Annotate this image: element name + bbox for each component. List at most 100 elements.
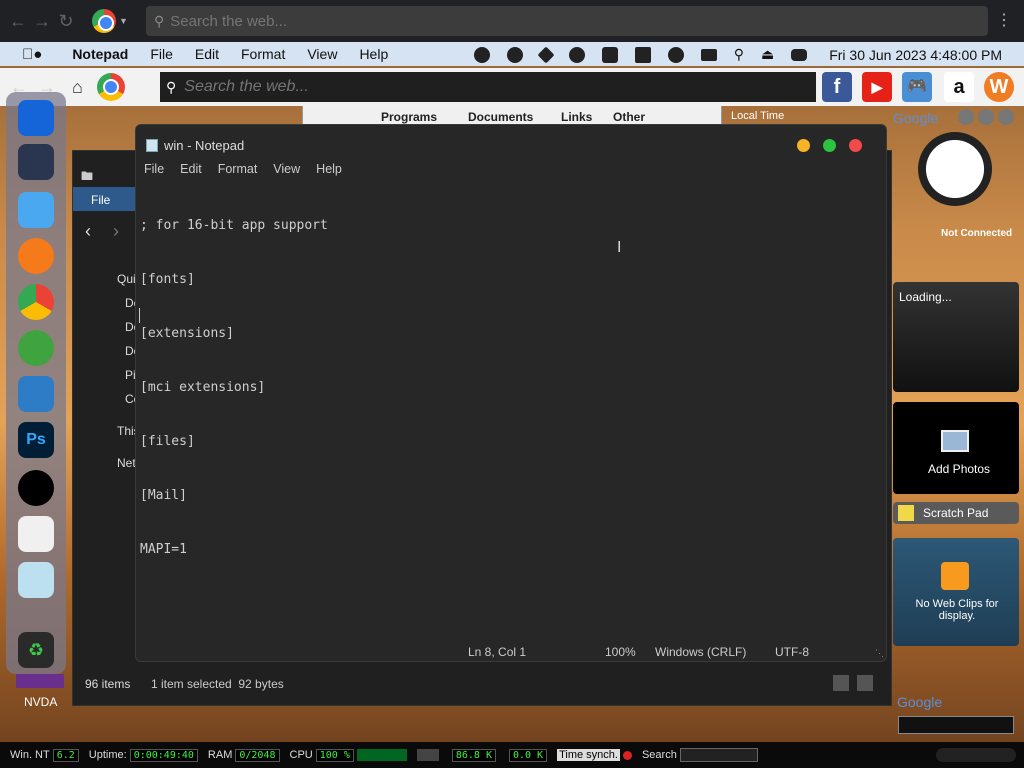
facebook-icon[interactable]: f (822, 72, 852, 102)
app-store-icon[interactable] (18, 516, 54, 552)
google-logo: Google (893, 110, 939, 126)
chrome-logo-icon[interactable] (92, 9, 116, 33)
nvda-desktop-icon[interactable] (16, 674, 64, 688)
sync-icon[interactable] (506, 46, 523, 63)
browser-toolbar: ← → ⌂ ⚲ f ▶ 🎮 a W (0, 68, 1024, 106)
photo-frame-icon[interactable] (941, 430, 969, 452)
text-line: MAPI=1 (140, 542, 187, 557)
search-icon: ⚲ (166, 78, 177, 95)
forward-arrow-icon[interactable]: › (113, 221, 119, 242)
toolbar-search-bar[interactable]: ⚲ (160, 72, 816, 102)
spotlight-search-icon[interactable]: ⚲ (734, 46, 744, 63)
app-name[interactable]: Notepad (72, 46, 128, 62)
notepad-menu-file[interactable]: File (144, 162, 164, 176)
time-sync[interactable]: Time synch. (557, 749, 632, 761)
chevron-down-icon[interactable]: ▼ (119, 16, 128, 26)
menu-file[interactable]: File (150, 46, 173, 62)
scratch-pad-gadget[interactable]: Scratch Pad (893, 502, 1019, 524)
tiles-view-icon[interactable] (857, 675, 873, 691)
photos-gadget: Add Photos (893, 402, 1019, 494)
w-app-icon[interactable]: W (984, 72, 1014, 102)
preview-icon[interactable] (18, 562, 54, 598)
menu-format[interactable]: Format (241, 46, 285, 62)
globe-icon[interactable] (667, 46, 684, 63)
loading-gadget: Loading... (893, 282, 1019, 392)
menu-help[interactable]: Help (359, 46, 388, 62)
menu-clock[interactable]: Fri 30 Jun 2023 4:48:00 PM (829, 47, 1002, 63)
print-icon[interactable] (634, 46, 651, 63)
ram-value: 0/2048 (235, 748, 280, 762)
dock: Ps ♻ (6, 92, 66, 674)
back-arrow-icon[interactable]: ← (6, 11, 30, 32)
network-icon[interactable] (416, 749, 439, 761)
close-gadget-icon[interactable] (998, 109, 1014, 125)
menu-view[interactable]: View (307, 46, 337, 62)
folder-icon[interactable]: 🖿 (81, 167, 93, 188)
analog-clock-gadget[interactable] (918, 132, 992, 206)
notepad-menu-format[interactable]: Format (218, 162, 258, 176)
links-link[interactable]: Links (561, 110, 592, 124)
details-view-icon[interactable] (833, 675, 849, 691)
more-menu-icon[interactable]: ⋮ (996, 10, 1012, 30)
search-label: Search (641, 749, 677, 761)
diamond-icon[interactable] (537, 46, 555, 63)
status-encoding: UTF-8 (775, 645, 809, 659)
folder-icon[interactable] (18, 192, 54, 228)
reload-icon[interactable]: ↻ (54, 11, 78, 32)
home-icon[interactable]: ⌂ (72, 77, 83, 98)
utorrent-icon[interactable] (18, 330, 54, 366)
close-button[interactable] (849, 139, 862, 152)
nav-quick-access[interactable]: Qui (117, 272, 136, 286)
search-box[interactable] (679, 748, 758, 762)
recycle-bin-icon[interactable]: ♻ (18, 632, 54, 668)
notepad-menu-help[interactable]: Help (316, 162, 342, 176)
explorer-file-tab[interactable]: File (91, 193, 110, 207)
forward-arrow-icon[interactable]: → (30, 11, 54, 32)
window-icon[interactable] (700, 48, 717, 61)
notepad-menu-view[interactable]: View (273, 162, 300, 176)
notepad-menu-edit[interactable]: Edit (180, 162, 202, 176)
top-search-input[interactable] (170, 12, 971, 30)
options-gadget-icon[interactable] (978, 109, 994, 125)
uptime: Uptime: 0:00:49:40 (88, 748, 198, 762)
youtube-icon[interactable]: ▶ (862, 72, 892, 102)
photoshop-icon[interactable]: Ps (18, 422, 54, 458)
menu-bar: ● Notepad File Edit Format View Help ⚲ … (0, 42, 1024, 66)
photo-viewer-icon[interactable] (18, 376, 54, 412)
back-arrow-icon[interactable]: ‹ (85, 221, 91, 242)
resize-grip-icon[interactable]: ⋱ (875, 648, 884, 659)
notepad-icon (146, 139, 158, 152)
status-line-ending: Windows (CRLF) (655, 645, 747, 659)
other-link[interactable]: Other (613, 110, 645, 124)
search-widget[interactable]: Search (642, 748, 758, 762)
minimize-button[interactable] (797, 139, 810, 152)
firefox-icon[interactable] (18, 238, 54, 274)
google-search-input[interactable] (898, 716, 1014, 734)
launchpad-rocket-icon[interactable] (18, 144, 54, 180)
documents-link[interactable]: Documents (468, 110, 533, 124)
wordpress-icon[interactable] (473, 46, 490, 63)
amazon-icon[interactable]: a (944, 72, 974, 102)
add-gadget-icon[interactable] (958, 109, 974, 125)
maximize-button[interactable] (823, 139, 836, 152)
finder-monitor-icon[interactable] (18, 100, 54, 136)
uptime-label: Uptime: (88, 749, 127, 761)
top-search-bar[interactable]: ⚲ (146, 6, 988, 36)
add-photos-label[interactable]: Add Photos (928, 462, 990, 476)
eject-icon[interactable]: ⏏ (761, 46, 774, 63)
text-editor-area[interactable]: ; for 16-bit app support [fonts] [extens… (140, 181, 328, 631)
apple-logo-icon[interactable] (18, 470, 54, 506)
menu-edit[interactable]: Edit (195, 46, 219, 62)
apple-icon[interactable]: ● (22, 46, 42, 63)
programs-link[interactable]: Programs (381, 110, 437, 124)
games-icon[interactable]: 🎮 (902, 72, 932, 102)
nvda-label: NVDA (24, 695, 58, 709)
gear-icon[interactable] (568, 46, 585, 63)
box-icon[interactable] (601, 46, 618, 63)
control-center-icon[interactable] (791, 48, 808, 61)
chrome-icon[interactable] (18, 284, 54, 320)
chrome-logo-icon[interactable] (96, 73, 125, 101)
toolbar-search-input[interactable] (184, 78, 785, 96)
nav-network[interactable]: Net (117, 456, 136, 470)
cpu-graph (356, 749, 407, 761)
